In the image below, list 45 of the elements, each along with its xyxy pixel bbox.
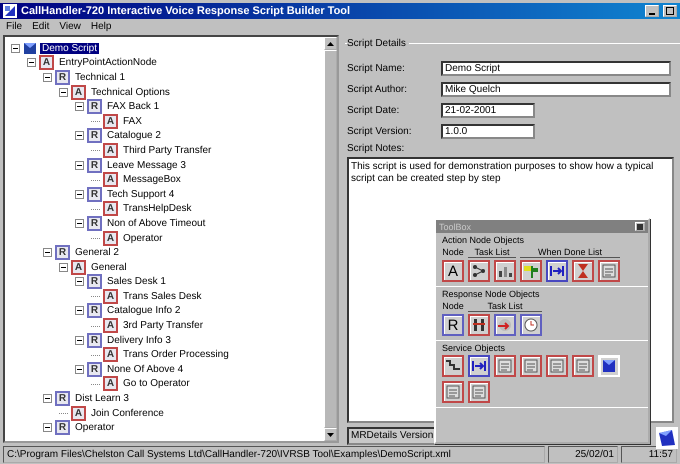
section-title: Action Node Objects	[442, 235, 526, 245]
status-panel: 11:57	[621, 446, 677, 463]
toolbox-title: ToolBox	[439, 222, 472, 232]
node-badge: A	[103, 142, 118, 158]
node-badge: R	[87, 274, 102, 290]
field-label: Script Notes:	[347, 143, 406, 156]
node-badge: R	[87, 332, 102, 348]
window-title: CallHandler-720 Interactive Voice Response Script Builder Tool	[21, 5, 350, 17]
node-badge: R	[55, 391, 70, 406]
node-badge: A	[71, 84, 86, 100]
node-badge: A	[103, 201, 118, 216]
node-badge: A	[71, 260, 86, 275]
status-panel: C:\Program Files\Chelston Call Systems Ltd\CallHandler-720\IVRSB Tool\Examples\DemoScript.xml	[3, 446, 545, 463]
node-badge: R	[87, 128, 102, 144]
node-badge: A	[103, 172, 118, 188]
column-heading: Task List	[468, 247, 516, 258]
column-heading: Task List	[468, 301, 542, 312]
column-heading: Node	[442, 301, 464, 312]
node-badge: A	[103, 376, 118, 392]
section-title: Service Objects	[442, 343, 506, 353]
field-label: Script Date:	[347, 104, 400, 116]
node-badge: R	[55, 70, 70, 85]
column-heading: When Done List	[520, 247, 620, 258]
field-label: Script Name:	[347, 62, 406, 74]
node-badge: R	[87, 99, 102, 114]
field-label: Script Author:	[347, 84, 408, 94]
node-badge: A	[103, 318, 118, 334]
group-title: Script Details	[347, 38, 409, 49]
column-heading: Node	[442, 247, 464, 258]
node-badge: R	[87, 362, 102, 377]
node-badge: A	[71, 406, 86, 421]
node-badge: A	[103, 347, 118, 362]
section-title: Response Node Objects	[442, 289, 541, 299]
node-badge: R	[55, 420, 70, 436]
node-badge: A	[103, 114, 118, 129]
node-badge: R	[55, 245, 70, 260]
node-badge: A	[39, 55, 54, 70]
field-label: Script Version:	[347, 126, 412, 136]
status-panel: 25/02/01	[548, 446, 618, 463]
node-badge: R	[87, 158, 102, 173]
node-badge: A	[103, 230, 118, 246]
node-badge: A	[103, 288, 118, 304]
node-badge: R	[87, 303, 102, 318]
node-badge: R	[87, 216, 102, 231]
node-badge: R	[87, 186, 102, 202]
